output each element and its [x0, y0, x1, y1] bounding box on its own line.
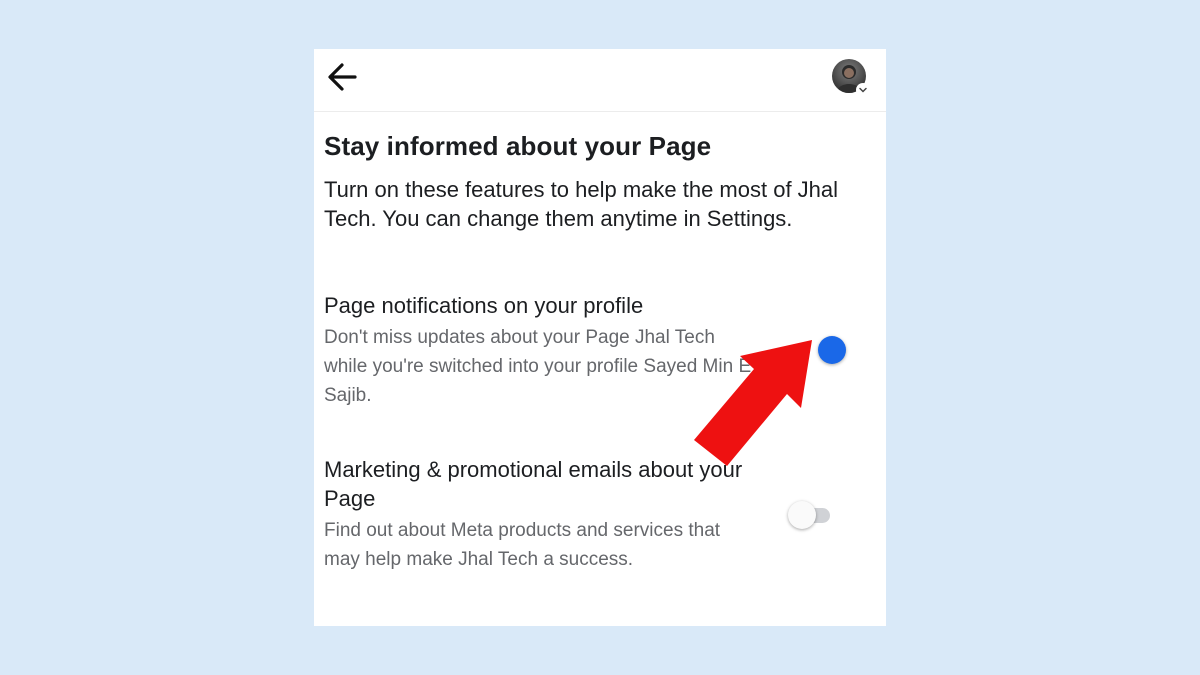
- toggle-knob: [818, 336, 846, 364]
- page-title: Stay informed about your Page: [324, 131, 712, 161]
- top-bar: [314, 49, 886, 112]
- setting-desc-marketing-emails: Find out about Meta products and service…: [324, 520, 721, 570]
- page-intro: Turn on these features to help make the …: [324, 177, 839, 231]
- marketing-emails-toggle[interactable]: [788, 500, 836, 530]
- arrow-left-icon: [328, 63, 357, 91]
- setting-desc-page-notifications: Don't miss updates about your Page Jhal …: [324, 327, 752, 406]
- back-button[interactable]: [322, 57, 362, 97]
- setting-title-page-notifications: Page notifications on your profile: [324, 293, 644, 318]
- chevron-down-icon: [856, 83, 870, 97]
- profile-switcher-button[interactable]: [832, 59, 870, 97]
- setting-title-marketing-emails: Marketing & promotional emails about you…: [324, 457, 743, 511]
- toggle-knob: [788, 501, 816, 529]
- page-notifications-toggle[interactable]: [812, 335, 860, 365]
- settings-card: Stay informed about your Page Turn on th…: [314, 49, 886, 626]
